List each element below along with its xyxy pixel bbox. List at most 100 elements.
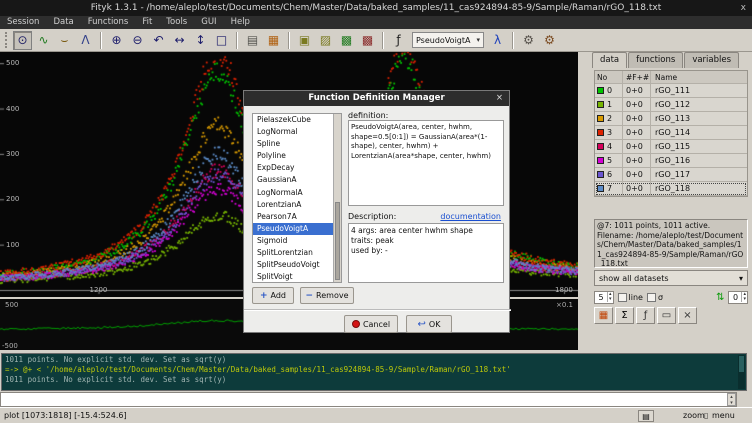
- function-item-LorentzianA[interactable]: LorentzianA: [253, 199, 341, 211]
- function-item-SplitPseudoVoigt[interactable]: SplitPseudoVoigt: [253, 259, 341, 271]
- dataset-row-rGO_116[interactable]: 50+0rGO_116: [595, 154, 747, 168]
- add-function-button[interactable]: ƒ: [389, 31, 408, 50]
- titlebar[interactable]: Fityk 1.3.1 - /home/aleplo/test/Document…: [0, 0, 752, 16]
- function-item-ExpDecay[interactable]: ExpDecay: [253, 162, 341, 174]
- mode-add-peak-button[interactable]: Λ: [76, 31, 95, 50]
- dialog-close-icon[interactable]: ×: [496, 91, 503, 106]
- dataset-row-rGO_118[interactable]: 70+0rGO_118: [595, 182, 747, 196]
- sum-button[interactable]: Σ: [615, 307, 634, 324]
- command-input[interactable]: [0, 392, 737, 407]
- ok-button[interactable]: ↩ OK: [406, 315, 452, 333]
- function-item-PielaszekCube[interactable]: PielaszekCube: [253, 114, 341, 126]
- description-label: Description:: [348, 212, 396, 221]
- dataset-name: rGO_114: [651, 126, 747, 139]
- dataset-row-rGO_117[interactable]: 60+0rGO_117: [595, 168, 747, 182]
- delete-dataset-button[interactable]: ×: [678, 307, 697, 324]
- menu-item-fit[interactable]: Fit: [135, 16, 159, 29]
- sigma-checkbox[interactable]: σ: [647, 293, 663, 302]
- zoom-out-button[interactable]: ⊖: [128, 31, 147, 50]
- zoom-prev-button[interactable]: ↶: [149, 31, 168, 50]
- zoom-x-auto-button[interactable]: ↔: [170, 31, 189, 50]
- function-list-scrollbar-thumb[interactable]: [335, 202, 340, 280]
- tab-variables[interactable]: variables: [684, 52, 739, 68]
- console-scrollbar[interactable]: [738, 355, 745, 389]
- menu-item-gui[interactable]: GUI: [194, 16, 223, 29]
- function-item-Sigmoid[interactable]: Sigmoid: [253, 235, 341, 247]
- data-transform-button[interactable]: ƒ: [636, 307, 655, 324]
- function-item-LogNormal[interactable]: LogNormal: [253, 126, 341, 138]
- header-f: #F+#: [623, 71, 651, 83]
- fit-settings-button[interactable]: ⚙: [540, 31, 559, 50]
- dataset-row-rGO_111[interactable]: 00+0rGO_111: [595, 84, 747, 98]
- function-list[interactable]: PielaszekCubeLogNormalSplinePolylineExpD…: [252, 113, 342, 283]
- function-list-scrollbar[interactable]: [333, 114, 341, 282]
- output-console[interactable]: 1011 points. No explicit std. dev. Set a…: [1, 353, 747, 391]
- line-checkbox[interactable]: line: [618, 293, 643, 302]
- mode-zoom-button[interactable]: ⊙: [13, 31, 32, 50]
- dataset-row-rGO_115[interactable]: 40+0rGO_115: [595, 140, 747, 154]
- toolbar-drag-handle[interactable]: [5, 32, 9, 48]
- menu-item-data[interactable]: Data: [46, 16, 80, 29]
- color-config-button[interactable]: ▦: [264, 31, 283, 50]
- zoom-in-button[interactable]: ⊕: [107, 31, 126, 50]
- documentation-link[interactable]: documentation: [440, 212, 501, 221]
- define-function-button[interactable]: λ: [488, 31, 507, 50]
- zoom-all-button[interactable]: □: [212, 31, 231, 50]
- datasets-filter-dropdown[interactable]: show all datasets ▾: [594, 270, 748, 286]
- command-history-spinner[interactable]: ▴▾: [727, 393, 736, 406]
- view-aux-plot-button[interactable]: ▩: [358, 31, 377, 50]
- status-config-button[interactable]: ▤: [638, 410, 654, 422]
- status-menu-label[interactable]: menu: [712, 411, 735, 420]
- function-item-Pearson7A[interactable]: Pearson7A: [253, 211, 341, 223]
- definition-textarea[interactable]: PseudoVoigtA(area, center, hwhm, shape=0…: [348, 120, 504, 206]
- spinner-arrows-icon[interactable]: ▴▾: [607, 292, 613, 302]
- function-item-LogNormalA[interactable]: LogNormalA: [253, 187, 341, 199]
- zoom-y-auto-button[interactable]: ↕: [191, 31, 210, 50]
- dialog-separator: [244, 309, 511, 311]
- window-close-button[interactable]: x: [741, 0, 746, 16]
- function-item-Polyline[interactable]: Polyline: [253, 150, 341, 162]
- function-item-GaussianA[interactable]: GaussianA: [253, 174, 341, 186]
- shift-stepper[interactable]: 0 ▴▾: [728, 291, 748, 304]
- toolbar-separator: [512, 32, 514, 49]
- load-data-button[interactable]: ▣: [295, 31, 314, 50]
- function-item-Spline[interactable]: Spline: [253, 138, 341, 150]
- dataset-colors-button[interactable]: ▦: [594, 307, 613, 324]
- plot-range-status: plot [1073:1818] [-15.4:524.6]: [4, 411, 127, 420]
- dataset-number: 3: [607, 128, 612, 137]
- y-tick-label: 100: [6, 241, 19, 249]
- mode-data-range-button[interactable]: ∿: [34, 31, 53, 50]
- function-item-PseudoVoigtA[interactable]: PseudoVoigtA: [253, 223, 341, 235]
- execute-script-button[interactable]: ▨: [316, 31, 335, 50]
- menu-item-session[interactable]: Session: [0, 16, 46, 29]
- dataset-row-rGO_113[interactable]: 20+0rGO_113: [595, 112, 747, 126]
- dataset-row-rGO_114[interactable]: 30+0rGO_114: [595, 126, 747, 140]
- rename-dataset-button[interactable]: ▭: [657, 307, 676, 324]
- mode-baseline-button[interactable]: ⌣: [55, 31, 74, 50]
- view-main-plot-button[interactable]: ▩: [337, 31, 356, 50]
- add-function-type-button[interactable]: + Add: [252, 287, 294, 304]
- statusbar: plot [1073:1818] [-15.4:524.6] ▤ zoom ▯ …: [0, 407, 752, 423]
- menu-item-help[interactable]: Help: [224, 16, 257, 29]
- checkbox-icon[interactable]: [618, 293, 627, 302]
- function-type-select[interactable]: PseudoVoigtA▾: [412, 32, 484, 48]
- remove-function-type-button[interactable]: − Remove: [300, 287, 354, 304]
- function-item-SplitLorentzian[interactable]: SplitLorentzian: [253, 247, 341, 259]
- status-zoom-label[interactable]: zoom: [683, 411, 705, 420]
- fit-run-button[interactable]: ⚙: [519, 31, 538, 50]
- dataset-row-rGO_112[interactable]: 10+0rGO_112: [595, 98, 747, 112]
- spinner-arrows-icon[interactable]: ▴▾: [741, 292, 747, 302]
- cancel-button[interactable]: Cancel: [344, 315, 398, 333]
- function-item-SplitVoigt[interactable]: SplitVoigt: [253, 271, 341, 283]
- tab-data[interactable]: data: [592, 52, 627, 68]
- dialog-titlebar[interactable]: Function Definition Manager ×: [244, 91, 509, 106]
- dataset-table-header: No #F+# Name: [595, 71, 747, 84]
- fityk-window: Fityk 1.3.1 - /home/aleplo/test/Document…: [0, 0, 752, 423]
- menu-item-tools[interactable]: Tools: [159, 16, 194, 29]
- tab-functions[interactable]: functions: [628, 52, 683, 68]
- page-setup-button[interactable]: ▤: [243, 31, 262, 50]
- checkbox-icon[interactable]: [647, 293, 656, 302]
- console-scrollbar-thumb[interactable]: [739, 356, 744, 372]
- point-size-stepper[interactable]: 5 ▴▾: [594, 291, 614, 304]
- menu-item-functions[interactable]: Functions: [81, 16, 136, 29]
